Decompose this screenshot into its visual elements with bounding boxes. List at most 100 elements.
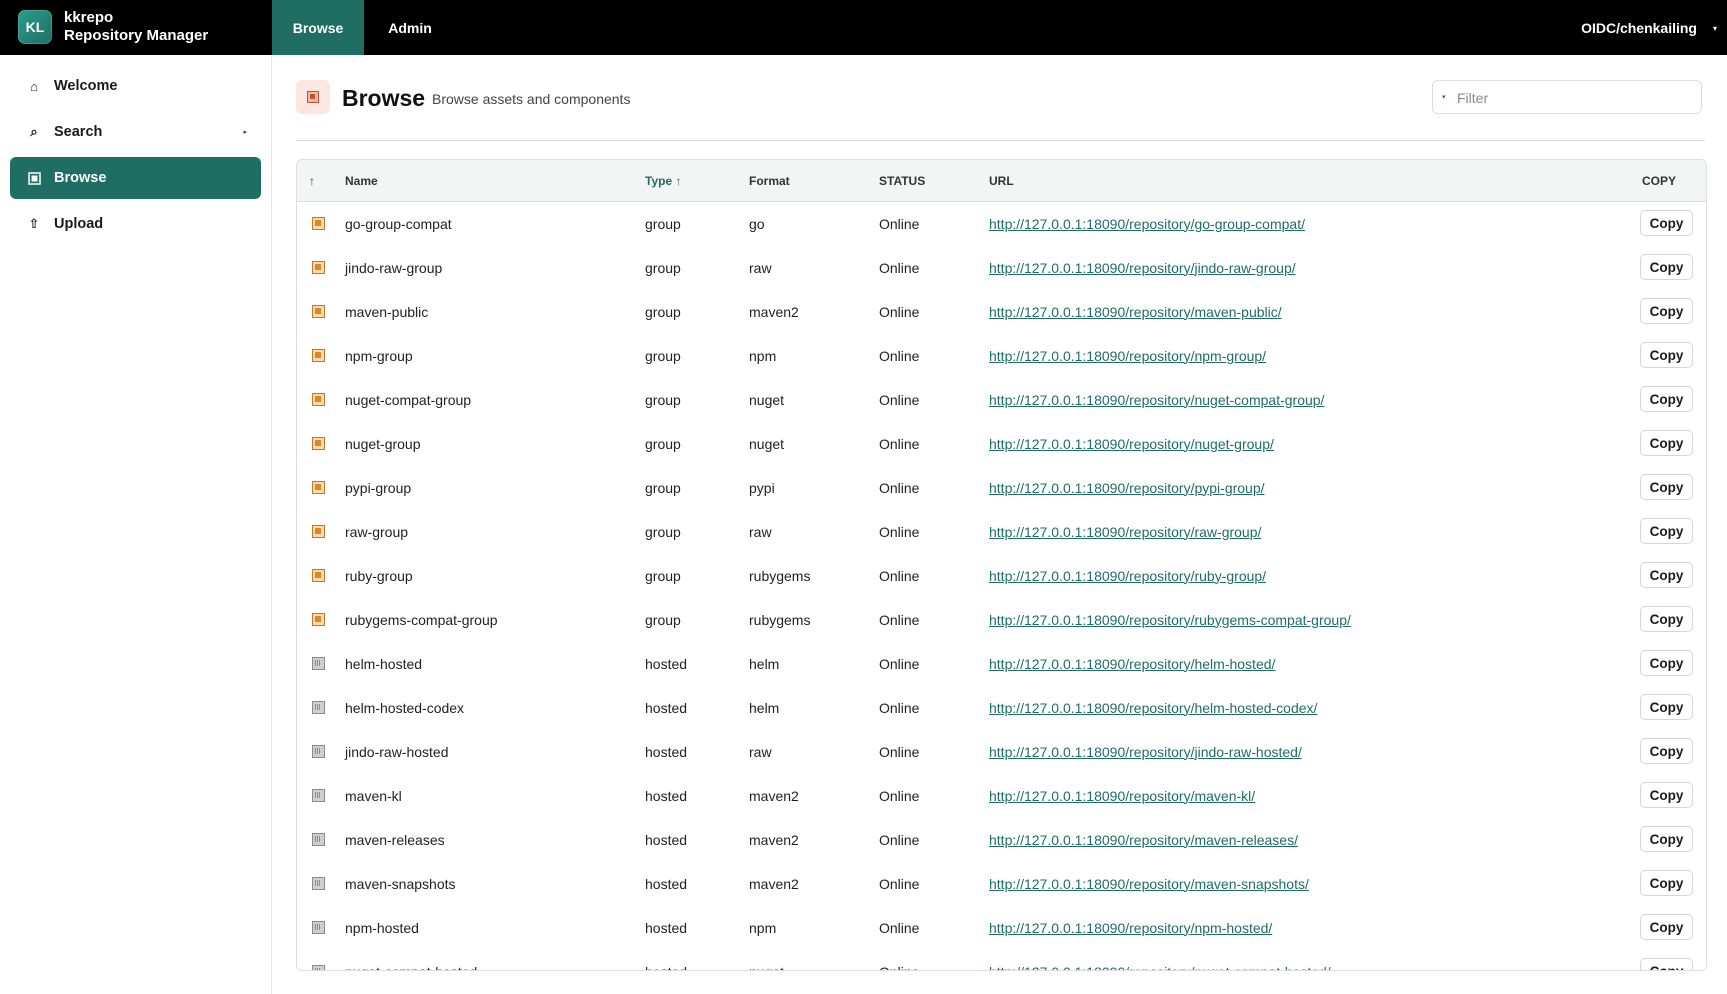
repo-name: npm-group [345,347,413,364]
column-url[interactable]: URL [989,160,1014,201]
table-row[interactable]: nuget-compat-group group nuget Online http:/… [297,378,1706,423]
group-repo-icon [312,393,325,406]
repo-url-link[interactable]: http://127.0.0.1:18090/repository/go-gro… [989,216,1305,232]
repo-url-link[interactable]: http://127.0.0.1:18090/repository/ruby-g… [989,568,1266,584]
repo-status: Online [879,479,920,496]
table-row[interactable]: nuget-compat-hosted hosted nuget Online http… [297,950,1706,971]
repo-url-link[interactable]: http://127.0.0.1:18090/repository/nuget-… [989,964,1331,971]
copy-button[interactable]: Copy [1640,562,1693,588]
repo-type: group [645,347,681,364]
upload-icon: ⇧ [28,216,40,231]
sidebar-item-browse[interactable]: Browse [10,157,261,199]
copy-button[interactable]: Copy [1640,254,1693,280]
chevron-down-icon[interactable]: ▾ [1713,24,1717,33]
group-repo-icon [312,305,325,318]
brand[interactable]: KL kkrepo Repository Manager [0,0,272,55]
repo-name: ruby-group [345,567,413,584]
column-type[interactable]: Type ↑ [645,160,681,201]
table-row[interactable]: ruby-group group rubygems Online http://127.… [297,554,1706,599]
column-name[interactable]: Name [345,160,378,201]
table-row[interactable]: raw-group group raw Online http://127.0.0.1:… [297,510,1706,555]
repo-url-link[interactable]: http://127.0.0.1:18090/repository/nuget-… [989,436,1274,452]
copy-button[interactable]: Copy [1640,210,1693,236]
repo-format: rubygems [749,567,811,584]
table-row[interactable]: helm-hosted hosted helm Online http://127.0.… [297,642,1706,687]
sidebar-item-upload[interactable]: ⇧ Upload [10,203,261,245]
repo-status: Online [879,919,920,936]
repo-name: maven-kl [345,787,402,804]
repo-url-link[interactable]: http://127.0.0.1:18090/repository/jindo-… [989,260,1296,276]
table-row[interactable]: maven-releases hosted maven2 Online http://1… [297,818,1706,863]
copy-button[interactable]: Copy [1640,958,1693,970]
table-row[interactable]: jindo-raw-hosted hosted raw Online http://12… [297,730,1706,775]
copy-button[interactable]: Copy [1640,826,1693,852]
copy-button[interactable]: Copy [1640,650,1693,676]
user-menu[interactable]: OIDC/chenkailing [1581,0,1697,55]
table-row[interactable]: npm-hosted hosted npm Online http://127.0.0.… [297,906,1706,951]
repo-url-cell: http://127.0.0.1:18090/repository/rubyge… [989,598,1351,641]
sidebar-item-welcome[interactable]: ⌂ Welcome [10,65,261,107]
repo-type: hosted [645,699,688,716]
repo-status: Online [879,303,920,320]
repo-url-link[interactable]: http://127.0.0.1:18090/repository/nuget-… [989,392,1324,408]
column-format[interactable]: Format [749,160,790,201]
chevron-right-icon[interactable]: ▸ [243,128,247,136]
repo-status: Online [879,787,920,804]
column-status[interactable]: STATUS [879,160,925,201]
table-row[interactable]: maven-public group maven2 Online http://127.… [297,290,1706,335]
repo-format: rubygems [749,611,811,628]
sidebar-item-search[interactable]: ⌕ Search ▸ [10,111,261,153]
browse-icon [24,171,44,185]
copy-button[interactable]: Copy [1640,738,1693,764]
repo-format: nuget [749,391,785,408]
repo-url-link[interactable]: http://127.0.0.1:18090/repository/helm-h… [989,700,1317,716]
repo-type: hosted [645,831,688,848]
repo-name: maven-releases [345,831,445,848]
repo-url-link[interactable]: http://127.0.0.1:18090/repository/maven-… [989,832,1298,848]
repo-url-link[interactable]: http://127.0.0.1:18090/repository/pypi-g… [989,480,1265,496]
table-row[interactable]: pypi-group group pypi Online http://127.0.0.… [297,466,1706,511]
copy-button[interactable]: Copy [1640,606,1693,632]
repo-url-link[interactable]: http://127.0.0.1:18090/repository/maven-… [989,876,1309,892]
copy-button[interactable]: Copy [1640,518,1693,544]
repo-url-link[interactable]: http://127.0.0.1:18090/repository/maven-… [989,788,1255,804]
search-icon: ⌕ [30,124,38,139]
repo-name: maven-public [345,303,429,320]
copy-button[interactable]: Copy [1640,298,1693,324]
tab-browse[interactable]: Browse [272,0,364,55]
repo-url-link[interactable]: http://127.0.0.1:18090/repository/npm-gr… [989,348,1266,364]
app-name-line2: Repository Manager [64,27,209,44]
filter-input[interactable] [1455,85,1699,111]
table-row[interactable]: nuget-group group nuget Online http://127.0.… [297,422,1706,467]
repo-url-link[interactable]: http://127.0.0.1:18090/repository/jindo-… [989,744,1302,760]
repo-url-cell: http://127.0.0.1:18090/repository/nuget-… [989,422,1274,465]
repo-type: group [645,391,681,408]
copy-button[interactable]: Copy [1640,782,1693,808]
repo-name: helm-hosted-codex [345,699,465,716]
table-row[interactable]: jindo-raw-group group raw Online http://127.… [297,246,1706,291]
copy-button[interactable]: Copy [1640,694,1693,720]
filter-field[interactable]: ▾ [1432,80,1702,114]
repo-url-link[interactable]: http://127.0.0.1:18090/repository/helm-h… [989,656,1275,672]
copy-button[interactable]: Copy [1640,474,1693,500]
tab-admin[interactable]: Admin [364,0,456,55]
table-row[interactable]: npm-group group npm Online http://127.0.0.1:… [297,334,1706,379]
table-row[interactable]: helm-hosted-codex hosted helm Online http://… [297,686,1706,731]
table-row[interactable]: maven-kl hosted maven2 Online http://127.0.0… [297,774,1706,819]
copy-button[interactable]: Copy [1640,430,1693,456]
table-row[interactable]: maven-snapshots hosted maven2 Online http://… [297,862,1706,907]
repo-url-link[interactable]: http://127.0.0.1:18090/repository/rubyge… [989,612,1351,628]
sort-arrow-icon[interactable]: ↑ [309,160,315,201]
table-row[interactable]: rubygems-compat-group group rubygems Online… [297,598,1706,643]
repo-url-link[interactable]: http://127.0.0.1:18090/repository/maven-… [989,304,1282,320]
repo-url-link[interactable]: http://127.0.0.1:18090/repository/npm-ho… [989,920,1272,936]
copy-button[interactable]: Copy [1640,870,1693,896]
table-row[interactable]: go-group-compat group go Online http://127.0… [297,202,1706,247]
repo-type: hosted [645,655,688,672]
repo-url-cell: http://127.0.0.1:18090/repository/jindo-… [989,246,1296,289]
copy-button[interactable]: Copy [1640,386,1693,412]
copy-button[interactable]: Copy [1640,342,1693,368]
repo-format: raw [749,259,772,276]
copy-button[interactable]: Copy [1640,914,1693,940]
repo-url-link[interactable]: http://127.0.0.1:18090/repository/raw-gr… [989,524,1261,540]
